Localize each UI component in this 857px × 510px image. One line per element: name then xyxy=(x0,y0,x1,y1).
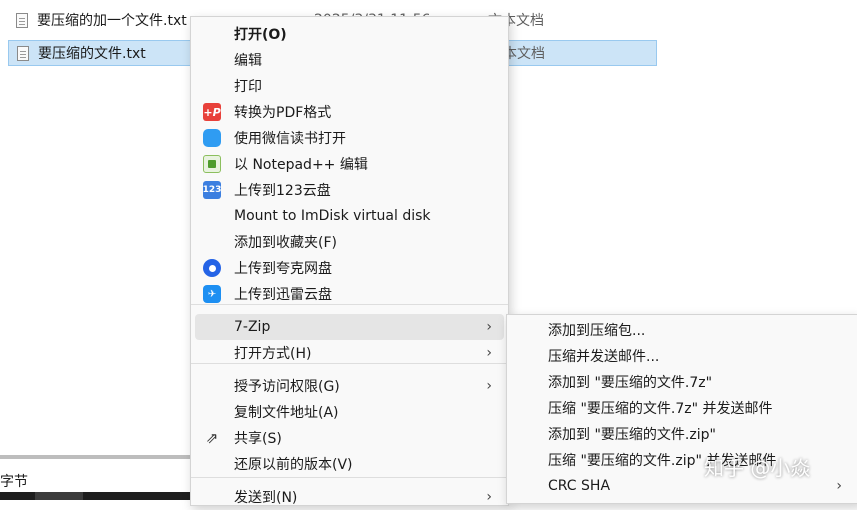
chevron-right-icon: › xyxy=(486,489,492,505)
submenu-item[interactable]: 压缩 "要压缩的文件.7z" 并发送邮件 xyxy=(511,395,856,421)
wechat-read-icon xyxy=(203,129,221,147)
submenu-item-label: CRC SHA xyxy=(548,478,611,494)
menu-item[interactable]: 添加到收藏夹(F) xyxy=(195,229,504,255)
menu-item-label: 7-Zip xyxy=(234,319,271,335)
menu-item-label: 以 Notepad++ 编辑 xyxy=(234,157,368,173)
menu-item[interactable]: 上传到夸克网盘 xyxy=(195,255,504,281)
menu-item[interactable]: Mount to ImDisk virtual disk xyxy=(195,203,504,229)
xunlei-icon: ✈ xyxy=(203,285,221,303)
menu-item[interactable]: ⇗ 共享(S) xyxy=(195,425,504,451)
submenu-item-label: 压缩 "要压缩的文件.7z" 并发送邮件 xyxy=(548,401,773,417)
menu-item-label: 使用微信读书打开 xyxy=(234,131,346,147)
notepad-plus-icon xyxy=(203,155,221,173)
menu-item[interactable]: 授予访问权限(G) › xyxy=(195,373,504,399)
menu-item[interactable]: ✈ 上传到迅雷云盘 xyxy=(195,281,504,307)
text-file-icon xyxy=(17,45,29,61)
menu-item-label: 授予访问权限(G) xyxy=(234,379,340,395)
menu-separator xyxy=(191,477,508,478)
menu-item[interactable]: 复制文件地址(A) xyxy=(195,399,504,425)
text-file-icon xyxy=(16,12,28,28)
status-size-text: 字节 xyxy=(0,474,28,490)
submenu-item[interactable]: 添加到 "要压缩的文件.7z" xyxy=(511,369,856,395)
file-name: 要压缩的加一个文件.txt xyxy=(37,13,187,29)
pdf-convert-icon: +P xyxy=(203,103,221,121)
menu-item-label: 复制文件地址(A) xyxy=(234,405,339,421)
context-menu: 打开(O) 编辑打印 +P 转换为PDF格式 使用微信读书打开以 Notepad++ 编… xyxy=(190,16,509,506)
submenu-item-label: 添加到 "要压缩的文件.zip" xyxy=(548,427,716,443)
watermark: 知乎 @小焱 xyxy=(704,456,811,480)
menu-item[interactable]: 编辑 xyxy=(195,47,504,73)
menu-item-label: 发送到(N) xyxy=(234,490,298,506)
quark-icon xyxy=(203,259,221,277)
menu-item-label: 上传到123云盘 xyxy=(234,183,331,199)
menu-item-label: 编辑 xyxy=(234,53,262,69)
menu-item-label: 转换为PDF格式 xyxy=(234,105,332,121)
menu-item-label: 打开方式(H) xyxy=(234,346,312,362)
menu-item[interactable]: 打开(O) xyxy=(195,21,504,47)
chevron-right-icon: › xyxy=(836,478,842,494)
menu-item[interactable]: 使用微信读书打开 xyxy=(195,125,504,151)
menu-item[interactable]: 打开方式(H) › xyxy=(195,340,504,366)
chevron-right-icon: › xyxy=(486,319,492,335)
submenu-item-label: 压缩并发送邮件... xyxy=(548,349,660,365)
menu-item-label: 打印 xyxy=(234,79,262,95)
menu-item[interactable]: +P 转换为PDF格式 xyxy=(195,99,504,125)
horizontal-scrollbar[interactable] xyxy=(0,455,190,459)
file-name: 要压缩的文件.txt xyxy=(38,46,146,62)
menu-item-label: 上传到迅雷云盘 xyxy=(234,287,332,303)
cloud-123-icon: 123 xyxy=(203,181,221,199)
menu-item[interactable]: 以 Notepad++ 编辑 xyxy=(195,151,504,177)
menu-item-label: Mount to ImDisk virtual disk xyxy=(234,208,431,224)
menu-item[interactable]: 123 上传到123云盘 xyxy=(195,177,504,203)
menu-item-label: 打开(O) xyxy=(234,27,287,43)
submenu-item[interactable]: 压缩并发送邮件... xyxy=(511,343,856,369)
menu-item-label: 上传到夸克网盘 xyxy=(234,261,332,277)
menu-item[interactable]: 打印 xyxy=(195,73,504,99)
submenu-item-label: 添加到压缩包... xyxy=(548,323,646,339)
share-icon: ⇗ xyxy=(205,429,219,447)
menu-item-label: 添加到收藏夹(F) xyxy=(234,235,337,251)
taskbar-item[interactable] xyxy=(35,492,83,500)
menu-item[interactable]: 发送到(N) › xyxy=(195,484,504,510)
submenu-item[interactable]: 添加到压缩包... xyxy=(511,317,856,343)
menu-item-label: 还原以前的版本(V) xyxy=(234,457,353,473)
menu-item-label: 共享(S) xyxy=(234,431,282,447)
submenu-item[interactable]: 添加到 "要压缩的文件.zip" xyxy=(511,421,856,447)
chevron-right-icon: › xyxy=(486,378,492,394)
chevron-right-icon: › xyxy=(486,345,492,361)
submenu-item-label: 添加到 "要压缩的文件.7z" xyxy=(548,375,713,391)
menu-item[interactable]: 还原以前的版本(V) xyxy=(195,451,504,477)
menu-item[interactable]: 7-Zip › xyxy=(195,314,504,340)
